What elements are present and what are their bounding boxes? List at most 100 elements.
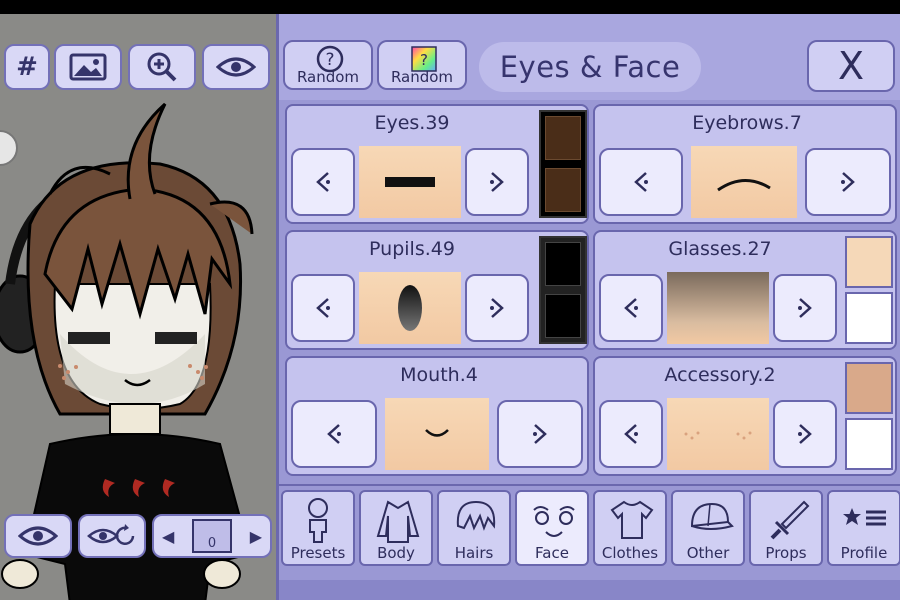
random-color-button[interactable]: ? Random bbox=[377, 40, 467, 90]
category-title: Mouth.4 bbox=[400, 364, 478, 386]
zoom-in-icon bbox=[147, 52, 177, 82]
panel-title: Eyes & Face bbox=[479, 42, 701, 92]
chevron-left-icon bbox=[634, 172, 648, 192]
category-title: Accessory.2 bbox=[664, 364, 776, 386]
next-eyebrows-button[interactable] bbox=[805, 148, 891, 216]
chevron-right-icon bbox=[533, 424, 547, 444]
eye-icon bbox=[216, 57, 256, 77]
shirt-icon bbox=[610, 500, 654, 539]
close-icon: X bbox=[837, 44, 865, 88]
next-pupils-button[interactable] bbox=[465, 274, 529, 342]
category-title: Eyes.39 bbox=[374, 112, 450, 134]
eyebrows-preview[interactable] bbox=[691, 146, 797, 218]
close-button[interactable]: X bbox=[807, 40, 895, 92]
eyes-color-panel bbox=[539, 110, 587, 218]
panel-footer bbox=[279, 580, 900, 600]
face-icon bbox=[533, 506, 575, 537]
reset-view-button[interactable] bbox=[78, 514, 146, 558]
chevron-right-icon[interactable]: ▶ bbox=[250, 527, 262, 546]
app-screen: # ◀ 0 ▶ ? Random ? Random Eyes & Face X … bbox=[0, 14, 900, 600]
pupils-preview[interactable] bbox=[359, 272, 461, 344]
next-eyes-button[interactable] bbox=[465, 148, 529, 216]
eyes-preview[interactable] bbox=[359, 146, 461, 218]
glasses-color-swatch-2[interactable] bbox=[845, 292, 893, 344]
eyes-color-swatch-1[interactable] bbox=[545, 116, 581, 160]
svg-text:?: ? bbox=[325, 50, 334, 70]
category-eyebrows: Eyebrows.7 bbox=[593, 104, 897, 224]
image-icon bbox=[69, 53, 107, 81]
character-view: # ◀ 0 ▶ bbox=[0, 14, 276, 600]
prev-pupils-button[interactable] bbox=[291, 274, 355, 342]
body-icon bbox=[376, 500, 420, 543]
accessory-color-swatch-2[interactable] bbox=[845, 418, 893, 470]
pupils-color-panel bbox=[539, 236, 587, 344]
glasses-color-swatch-1[interactable] bbox=[845, 236, 893, 288]
toggle-visibility-button[interactable] bbox=[4, 514, 72, 558]
prev-eyes-button[interactable] bbox=[291, 148, 355, 216]
chevron-left-icon bbox=[624, 298, 638, 318]
prev-eyebrows-button[interactable] bbox=[599, 148, 683, 216]
chevron-right-icon bbox=[490, 172, 504, 192]
category-accessory: Accessory.2 bbox=[593, 356, 897, 476]
tab-face[interactable]: Face bbox=[515, 490, 589, 566]
chevron-right-icon bbox=[798, 298, 812, 318]
chevron-right-icon bbox=[490, 298, 504, 318]
glasses-preview[interactable] bbox=[667, 272, 769, 344]
prev-glasses-button[interactable] bbox=[599, 274, 663, 342]
tab-hairs[interactable]: Hairs bbox=[437, 490, 511, 566]
customization-panel: ? Random ? Random Eyes & Face X Eyes.39 bbox=[276, 14, 900, 600]
presets-icon bbox=[308, 498, 328, 543]
category-pupils: Pupils.49 bbox=[285, 230, 589, 350]
chevron-left-icon bbox=[327, 424, 341, 444]
hash-icon: # bbox=[16, 52, 38, 82]
eyebrow-shape bbox=[717, 179, 771, 192]
prev-accessory-button[interactable] bbox=[599, 400, 663, 468]
chevron-left-icon bbox=[624, 424, 638, 444]
layer-selector[interactable]: ◀ 0 ▶ bbox=[152, 514, 272, 558]
category-title: Glasses.27 bbox=[668, 238, 772, 260]
chevron-left-icon bbox=[316, 172, 330, 192]
pupils-color-swatch-2[interactable] bbox=[545, 294, 581, 338]
random-label: Random bbox=[296, 68, 360, 86]
tab-body[interactable]: Body bbox=[359, 490, 433, 566]
tab-label: Face bbox=[535, 544, 569, 562]
chevron-left-icon bbox=[316, 298, 330, 318]
next-accessory-button[interactable] bbox=[773, 400, 837, 468]
eye-reset-icon bbox=[87, 524, 135, 545]
accessory-color-swatch-1[interactable] bbox=[845, 362, 893, 414]
tab-label: Body bbox=[377, 544, 415, 562]
next-mouth-button[interactable] bbox=[497, 400, 583, 468]
random-button[interactable]: ? Random bbox=[283, 40, 373, 90]
tab-label: Props bbox=[765, 544, 807, 562]
hair-icon bbox=[456, 500, 496, 531]
eyes-shape bbox=[385, 177, 435, 187]
svg-text:?: ? bbox=[420, 51, 428, 69]
eyes-color-swatch-2[interactable] bbox=[545, 168, 581, 212]
mouth-preview[interactable] bbox=[385, 398, 489, 470]
chevron-right-icon bbox=[798, 424, 812, 444]
chevron-left-icon[interactable]: ◀ bbox=[162, 527, 174, 546]
next-glasses-button[interactable] bbox=[773, 274, 837, 342]
panel-header: ? Random ? Random Eyes & Face X bbox=[279, 14, 900, 100]
tab-props[interactable]: Props bbox=[749, 490, 823, 566]
category-mouth: Mouth.4 bbox=[285, 356, 589, 476]
random-color-label: Random bbox=[390, 68, 454, 86]
eye-icon bbox=[18, 526, 58, 546]
tab-label: Profile bbox=[840, 544, 888, 562]
accessory-preview[interactable] bbox=[667, 398, 769, 470]
tab-label: Presets bbox=[290, 544, 346, 562]
tab-clothes[interactable]: Clothes bbox=[593, 490, 667, 566]
tab-presets[interactable]: Presets bbox=[281, 490, 355, 566]
category-title: Pupils.49 bbox=[369, 238, 455, 260]
tab-other[interactable]: Other bbox=[671, 490, 745, 566]
tab-profile[interactable]: Profile bbox=[827, 490, 900, 566]
tab-label: Hairs bbox=[454, 544, 494, 562]
cap-icon bbox=[690, 502, 734, 530]
pupils-color-swatch-1[interactable] bbox=[545, 242, 581, 286]
category-title: Eyebrows.7 bbox=[692, 112, 802, 134]
layer-value: 0 bbox=[207, 536, 217, 551]
tab-label: Clothes bbox=[601, 544, 659, 562]
sword-icon bbox=[770, 500, 810, 540]
prev-mouth-button[interactable] bbox=[291, 400, 377, 468]
profile-list-icon bbox=[843, 508, 886, 526]
